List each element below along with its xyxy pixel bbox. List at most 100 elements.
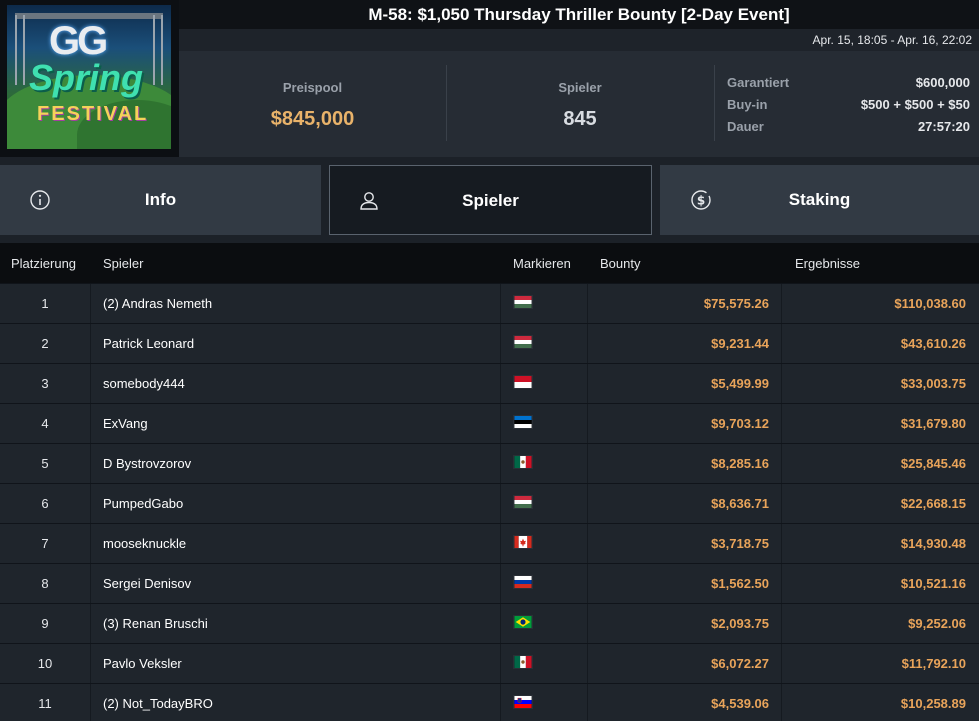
player-name-cell[interactable]: Patrick Leonard [91, 324, 500, 364]
bounty-cell: $5,499.99 [711, 376, 769, 391]
result-cell: $33,003.75 [900, 376, 966, 391]
rank-cell: 3 [41, 376, 49, 391]
bounty-cell: $3,718.75 [711, 536, 769, 551]
brazil-flag-icon [513, 615, 533, 629]
tab-info-label: Info [144, 190, 177, 209]
table-row[interactable]: 9 (3) Renan Bruschi $2,093.75 $9,252.06 [0, 603, 979, 644]
stats-divider [714, 65, 715, 141]
table-row[interactable]: 4 ExVang $9,703.12 $31,679.80 [0, 403, 979, 444]
players-stat: Spieler 845 [446, 51, 714, 157]
prize-pool-value: $845,000 [270, 108, 355, 130]
player-name-cell[interactable]: ExVang [91, 404, 500, 444]
rank-cell: 4 [41, 416, 49, 431]
title-bar: M-58: $1,050 Thursday Thriller Bounty [2… [179, 0, 979, 29]
bounty-cell: $6,072.27 [711, 656, 769, 671]
bounty-cell: $8,285.16 [711, 456, 769, 471]
mark-cell [500, 364, 587, 404]
table-row[interactable]: 2 Patrick Leonard $9,231.44 $43,610.26 [0, 323, 979, 364]
column-header-results[interactable]: Ergebnisse [795, 256, 860, 271]
duration-label: Dauer [727, 119, 764, 134]
buyin-label: Buy-in [727, 97, 768, 112]
table-row[interactable]: 8 Sergei Denisov $1,562.50 $10,521.16 [0, 563, 979, 604]
tournament-date-range: Apr. 15, 18:05 - Apr. 16, 22:02 [812, 33, 972, 47]
mark-cell [500, 644, 587, 684]
logo-text-festival: FESTIVAL [37, 103, 149, 125]
rank-cell: 10 [37, 656, 53, 671]
result-cell: $10,258.89 [900, 696, 966, 711]
table-row[interactable]: 5 D Bystrovzorov $8,285.16 $25,845.46 [0, 443, 979, 484]
player-name-cell[interactable]: Sergei Denisov [91, 564, 500, 604]
player-name-cell[interactable]: (2) Andras Nemeth [91, 284, 500, 324]
players-value: 845 [563, 108, 597, 130]
bounty-cell: $75,575.26 [703, 296, 769, 311]
tab-bar: Info Spieler $ Staking [0, 157, 979, 243]
hungary-flag-icon [513, 335, 533, 349]
table-row[interactable]: 6 PumpedGabo $8,636.71 $22,668.15 [0, 483, 979, 524]
russia-flag-icon [513, 575, 533, 589]
column-header-player[interactable]: Spieler [103, 256, 143, 271]
table-row[interactable]: 3 somebody444 $5,499.99 $33,003.75 [0, 363, 979, 404]
festival-logo: GG Spring FESTIVAL [0, 0, 179, 157]
guaranteed-value: $600,000 [915, 75, 970, 90]
festival-logo-image: GG Spring FESTIVAL [7, 5, 171, 149]
table-row[interactable]: 10 Pavlo Veksler $6,072.27 $11,792.10 [0, 643, 979, 684]
rank-cell: 1 [41, 296, 49, 311]
player-name-cell[interactable]: somebody444 [91, 364, 500, 404]
bounty-cell: $1,562.50 [711, 576, 769, 591]
tab-staking-label: Staking [788, 190, 851, 209]
prize-pool-stat: Preispool $845,000 [179, 51, 446, 157]
result-cell: $11,792.10 [901, 656, 966, 671]
date-bar: Apr. 15, 18:05 - Apr. 16, 22:02 [179, 29, 979, 51]
prize-pool-label: Preispool [282, 80, 343, 95]
result-cell: $22,668.15 [900, 496, 966, 511]
rank-cell: 11 [38, 696, 52, 711]
duration-value: 27:57:20 [917, 119, 970, 134]
mexico-flag-icon [513, 655, 533, 669]
player-name-cell[interactable]: (2) Not_TodayBRO [91, 684, 500, 721]
bounty-cell: $2,093.75 [711, 616, 769, 631]
column-header-rank[interactable]: Platzierung [11, 256, 76, 271]
table-row[interactable]: 7 mooseknuckle $3,718.75 $14,930.48 [0, 523, 979, 564]
logo-text-spring: Spring [29, 57, 143, 98]
hungary-flag-icon [513, 295, 533, 309]
canada-flag-icon [513, 535, 533, 549]
buyin-value: $500 + $500 + $50 [860, 97, 970, 112]
estonia-flag-icon [513, 415, 533, 429]
result-cell: $9,252.06 [908, 616, 966, 631]
tournament-page: GG Spring FESTIVAL M-58: $1,050 Thursday… [0, 0, 979, 721]
bounty-cell: $9,231.44 [711, 336, 769, 351]
players-label: Spieler [558, 80, 602, 95]
mark-cell [500, 684, 587, 721]
table-row[interactable]: 1 (2) Andras Nemeth $75,575.26 $110,038.60 [0, 283, 979, 324]
tab-spieler-label: Spieler [462, 191, 519, 210]
bounty-cell: $9,703.12 [711, 416, 769, 431]
player-name-cell[interactable]: Pavlo Veksler [91, 644, 500, 684]
player-name-cell[interactable]: mooseknuckle [91, 524, 500, 564]
result-cell: $31,679.80 [900, 416, 966, 431]
column-header-mark[interactable]: Markieren [513, 256, 571, 271]
slovenia-flag-icon [513, 695, 533, 709]
mark-cell [500, 284, 587, 324]
bounty-cell: $8,636.71 [711, 496, 769, 511]
player-name-cell[interactable]: (3) Renan Bruschi [91, 604, 500, 644]
results-table-header: Platzierung Spieler Markieren Bounty Erg… [0, 243, 979, 283]
mark-cell [500, 324, 587, 364]
tab-spieler[interactable]: Spieler [329, 165, 652, 235]
mark-cell [500, 524, 587, 564]
rank-cell: 7 [41, 536, 49, 551]
player-name-cell[interactable]: PumpedGabo [91, 484, 500, 524]
table-row[interactable]: 11 (2) Not_TodayBRO $4,539.06 $10,258.89 [0, 683, 979, 721]
result-cell: $25,845.46 [900, 456, 966, 471]
bounty-cell: $4,539.06 [711, 696, 769, 711]
column-header-bounty[interactable]: Bounty [600, 256, 640, 271]
tab-staking[interactable]: $ Staking [660, 165, 979, 235]
tournament-stats: Preispool $845,000 Spieler 845 Garantier… [179, 51, 979, 157]
tab-info[interactable]: Info [0, 165, 321, 235]
indonesia-flag-icon [513, 375, 533, 389]
player-name-cell[interactable]: D Bystrovzorov [91, 444, 500, 484]
rank-cell: 6 [41, 496, 49, 511]
rank-cell: 5 [41, 456, 49, 471]
result-cell: $110,038.60 [894, 296, 966, 311]
mark-cell [500, 604, 587, 644]
guaranteed-label: Garantiert [727, 75, 790, 90]
